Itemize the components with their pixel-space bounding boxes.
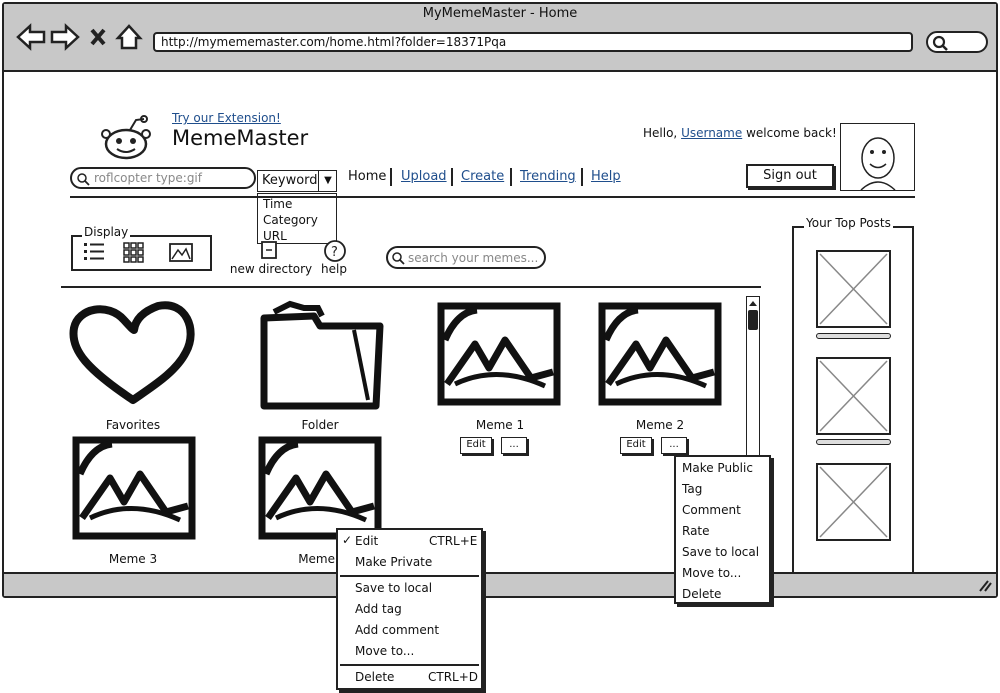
menu-delete[interactable]: Delete <box>682 587 721 601</box>
folder-icon[interactable] <box>258 300 386 412</box>
menu-comment[interactable]: Comment <box>682 503 741 517</box>
more-button[interactable]: ... <box>501 437 527 454</box>
image-placeholder-icon <box>819 360 888 432</box>
window-title: MyMemeMaster - Home <box>422 6 578 21</box>
svg-text:?: ? <box>331 245 338 260</box>
browser-search-box[interactable] <box>926 31 988 53</box>
menu-delete[interactable]: Delete <box>355 670 394 684</box>
nav-separator <box>510 168 512 186</box>
filter-option-time[interactable]: Time <box>263 196 331 212</box>
context-menu-item: ✓ Edit CTRL+E Make Private Save to local… <box>336 528 483 690</box>
avatar[interactable] <box>840 123 915 191</box>
logo-icon <box>101 115 151 160</box>
item-label[interactable]: Meme <box>265 552 335 566</box>
extension-link[interactable]: Try our Extension! <box>172 111 281 125</box>
browser-nav-icons <box>16 23 143 51</box>
nav-separator <box>451 168 453 186</box>
back-icon[interactable] <box>16 23 46 51</box>
menu-delete-shortcut: CTRL+D <box>428 670 479 684</box>
filter-option-category[interactable]: Category <box>263 212 331 228</box>
nav-separator <box>390 168 392 186</box>
thumbnail-view-icon[interactable] <box>169 243 193 262</box>
item-label[interactable]: Favorites <box>63 418 203 432</box>
context-menu-item: Make Public Tag Comment Rate Save to loc… <box>674 455 771 604</box>
greeting-prefix: Hello, <box>643 126 678 140</box>
menu-divider <box>340 575 479 577</box>
top-post-thumbnail[interactable] <box>816 250 891 328</box>
top-post-thumbnail[interactable] <box>816 357 891 435</box>
nav-home[interactable]: Home <box>348 169 386 184</box>
user-face-icon <box>860 137 896 191</box>
edit-button[interactable]: Edit <box>620 437 652 454</box>
stop-icon[interactable] <box>90 28 106 46</box>
more-button[interactable]: ... <box>661 437 687 454</box>
resize-grip-icon[interactable] <box>976 578 992 592</box>
header-divider <box>70 196 915 198</box>
nav-help[interactable]: Help <box>591 169 621 184</box>
new-directory-label[interactable]: new directory <box>226 262 316 276</box>
username-link[interactable]: Username <box>681 126 742 140</box>
top-post-thumbnail[interactable] <box>816 463 891 541</box>
menu-save-local[interactable]: Save to local <box>682 545 759 559</box>
menu-divider <box>340 664 479 666</box>
top-post-bar <box>816 439 891 445</box>
greeting: Hello, Username welcome back! <box>643 126 837 140</box>
sign-out-button[interactable]: Sign out <box>746 164 834 188</box>
image-icon[interactable] <box>258 436 384 542</box>
forward-icon[interactable] <box>50 23 80 51</box>
nav-create[interactable]: Create <box>461 169 504 184</box>
search-icon <box>392 252 405 265</box>
menu-add-comment[interactable]: Add comment <box>355 623 439 637</box>
greeting-suffix: welcome back! <box>746 126 837 140</box>
top-posts-label: Your Top Posts <box>804 216 893 230</box>
search-icon <box>932 35 948 51</box>
main-search-input[interactable]: roflcopter type:gif <box>70 167 256 189</box>
help-icon[interactable]: ? <box>323 239 347 263</box>
meme-search-input[interactable]: search your memes... <box>386 246 546 269</box>
menu-rate[interactable]: Rate <box>682 524 710 538</box>
address-bar[interactable]: http://mymememaster.com/home.html?folder… <box>153 32 913 52</box>
item-label[interactable]: Folder <box>250 418 390 432</box>
new-directory-icon[interactable] <box>260 240 280 262</box>
check-icon: ✓ <box>342 533 353 547</box>
content-divider <box>61 286 761 288</box>
chevron-down-icon[interactable]: ▼ <box>318 170 337 192</box>
image-placeholder-icon <box>819 253 888 325</box>
menu-move-to[interactable]: Move to... <box>355 644 414 658</box>
display-options <box>84 242 193 263</box>
menu-add-tag[interactable]: Add tag <box>355 602 402 616</box>
nav-separator <box>581 168 583 186</box>
menu-move-to[interactable]: Move to... <box>682 566 741 580</box>
image-icon[interactable] <box>437 302 563 408</box>
display-label: Display <box>82 225 131 239</box>
search-filter-options: Time Category URL <box>257 193 337 244</box>
scrollbar-thumb[interactable] <box>748 310 758 330</box>
edit-button[interactable]: Edit <box>460 437 492 454</box>
nav-upload[interactable]: Upload <box>401 169 447 184</box>
menu-save-local[interactable]: Save to local <box>355 581 432 595</box>
browser-statusbar <box>4 572 996 596</box>
image-icon[interactable] <box>72 436 198 542</box>
search-filter-value: Keyword <box>262 173 318 188</box>
menu-make-public[interactable]: Make Public <box>682 461 753 475</box>
menu-tag[interactable]: Tag <box>682 482 702 496</box>
menu-make-private[interactable]: Make Private <box>355 555 432 569</box>
scroll-up-icon[interactable] <box>747 298 759 308</box>
image-placeholder-icon <box>819 466 888 538</box>
heart-icon[interactable] <box>68 300 198 412</box>
top-post-bar <box>816 333 891 339</box>
menu-edit[interactable]: Edit <box>355 534 378 548</box>
menu-edit-shortcut: CTRL+E <box>429 534 478 548</box>
brand-name: MemeMaster <box>172 126 309 150</box>
item-label[interactable]: Meme 2 <box>590 418 730 432</box>
item-label[interactable]: Meme 1 <box>430 418 570 432</box>
nav-trending[interactable]: Trending <box>520 169 576 184</box>
help-label[interactable]: help <box>313 262 355 276</box>
search-icon <box>77 173 90 186</box>
list-view-icon[interactable] <box>84 243 104 260</box>
grid-view-icon[interactable] <box>123 242 144 263</box>
item-label[interactable]: Meme 3 <box>63 552 203 566</box>
image-icon[interactable] <box>598 302 724 408</box>
home-icon[interactable] <box>115 24 143 50</box>
